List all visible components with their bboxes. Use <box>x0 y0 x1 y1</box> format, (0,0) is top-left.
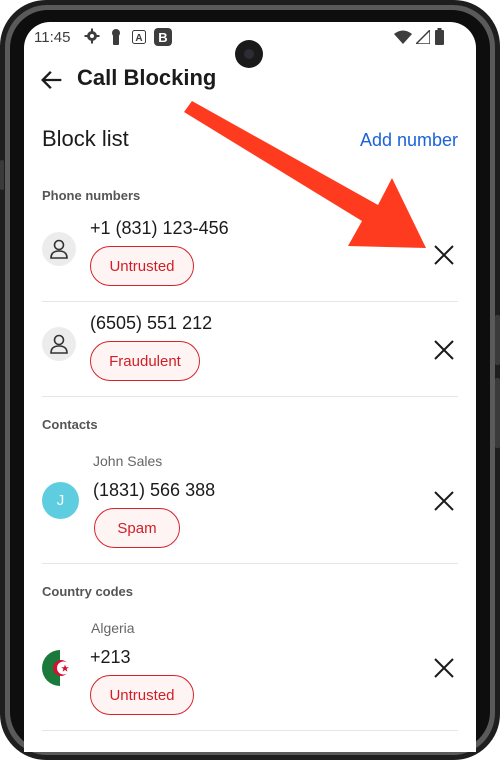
keyhole-icon <box>112 29 120 45</box>
power-button <box>495 378 500 448</box>
status-time: 11:45 <box>34 29 71 46</box>
list-item: J John Sales (1831) 566 388 Spam <box>42 448 458 558</box>
svg-text:A: A <box>135 33 142 44</box>
wifi-icon <box>394 30 412 44</box>
divider <box>42 730 458 731</box>
screen: 11:45 A B Call Blocking Block list Add n… <box>24 22 476 752</box>
section-label-phone-numbers: Phone numbers <box>42 188 141 203</box>
status-badge: Fraudulent <box>90 341 200 381</box>
arrow-back-icon[interactable] <box>38 66 66 94</box>
phone-number: +1 (831) 123-456 <box>90 218 229 238</box>
country-name: Algeria <box>91 620 135 636</box>
status-badge: Untrusted <box>90 675 194 715</box>
divider <box>42 563 458 564</box>
section-label-country-codes: Country codes <box>42 584 134 599</box>
block-list-title: Block list <box>42 126 129 151</box>
svg-text:B: B <box>158 30 167 45</box>
divider <box>42 396 458 397</box>
gear-icon <box>84 28 100 44</box>
country-code: +213 <box>90 647 131 667</box>
volume-button <box>495 315 500 365</box>
contact-name: John Sales <box>93 453 163 469</box>
b-badge-icon: B <box>154 28 172 46</box>
close-icon[interactable] <box>432 243 456 267</box>
status-badge: Untrusted <box>90 246 194 286</box>
algeria-flag-icon <box>42 650 78 686</box>
divider <box>42 301 458 302</box>
signal-icon <box>416 30 430 44</box>
app-title: Call Blocking <box>77 65 217 90</box>
phone-number: (6505) 551 212 <box>90 313 213 333</box>
person-avatar-icon <box>42 327 76 361</box>
close-icon[interactable] <box>432 338 456 362</box>
battery-icon <box>435 28 444 45</box>
close-icon[interactable] <box>432 656 456 680</box>
left-side-button <box>0 160 4 190</box>
phone-number: (1831) 566 388 <box>93 480 216 500</box>
list-item: (6505) 551 212 Fraudulent <box>42 304 458 394</box>
section-label-contacts: Contacts <box>42 417 98 432</box>
list-item: Algeria +213 Untrusted <box>42 616 458 726</box>
app-bar: Call Blocking <box>24 58 476 106</box>
contact-avatar: J <box>42 482 79 519</box>
a-badge-icon: A <box>132 30 146 44</box>
close-icon[interactable] <box>432 489 456 513</box>
add-number-button[interactable]: Add number <box>360 130 458 151</box>
status-badge: Spam <box>94 508 180 548</box>
person-avatar-icon <box>42 232 76 266</box>
list-item: +1 (831) 123-456 Untrusted <box>42 208 458 288</box>
